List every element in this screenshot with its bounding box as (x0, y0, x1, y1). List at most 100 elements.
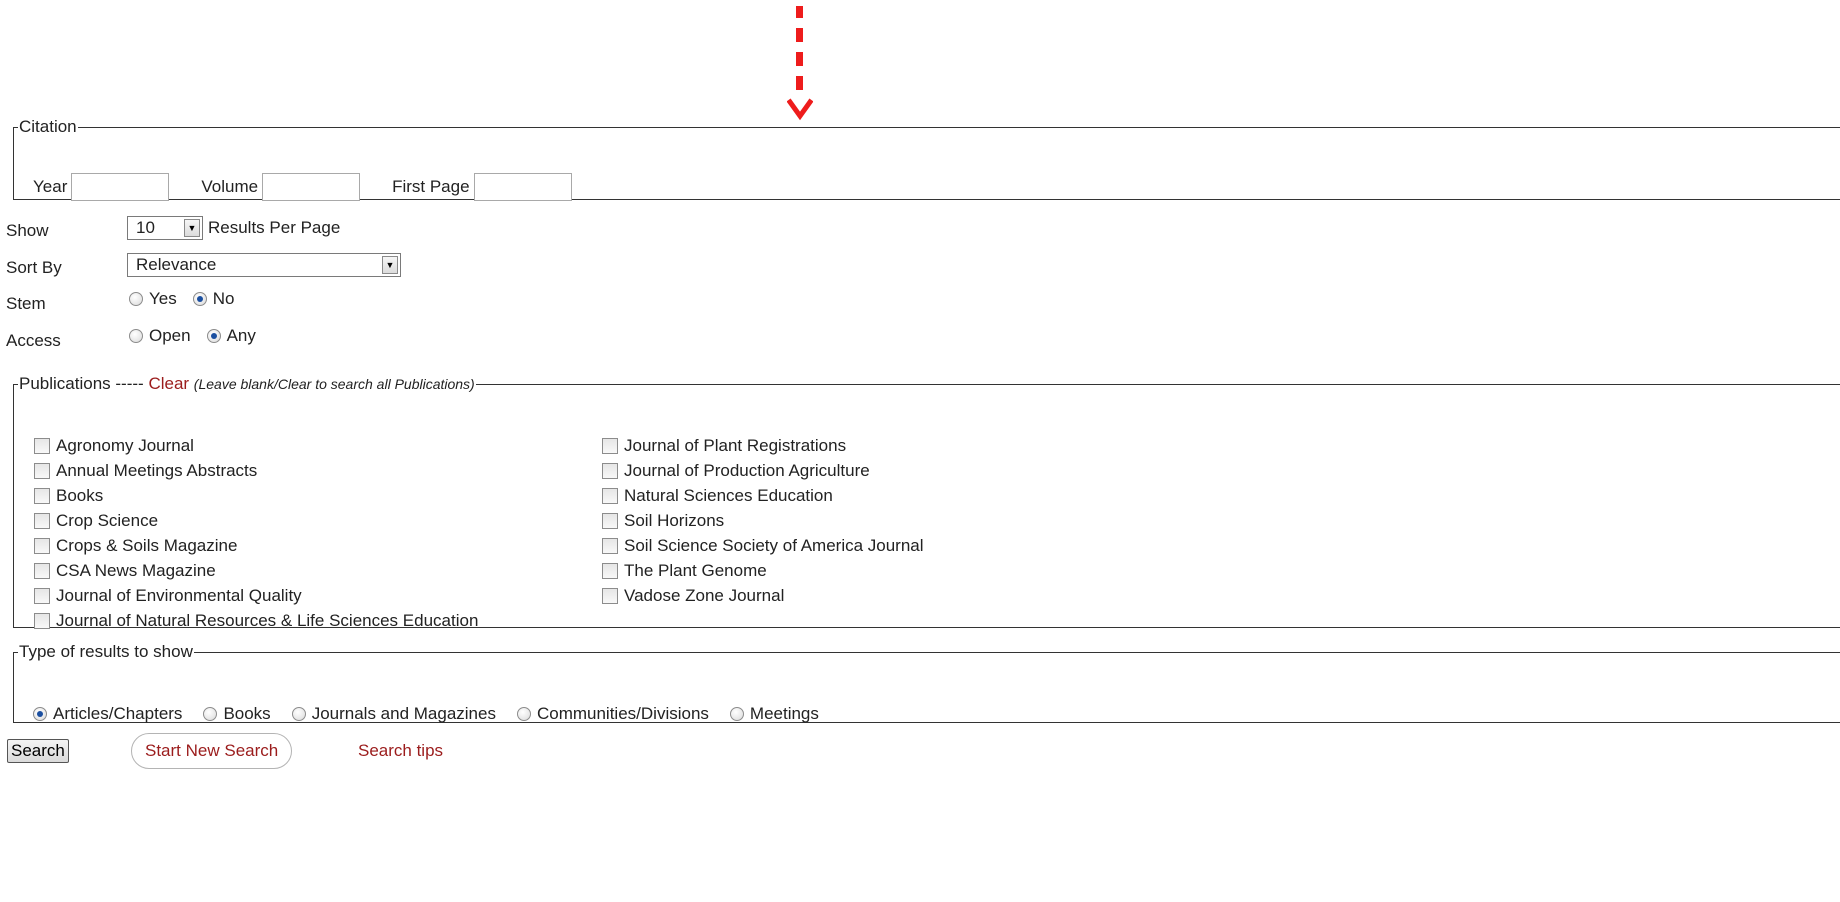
publication-checkbox[interactable] (34, 462, 50, 479)
type-option-communities[interactable]: Communities/Divisions (516, 704, 709, 724)
publication-checkbox[interactable] (602, 562, 618, 579)
access-open-option[interactable]: Open (129, 326, 191, 346)
stem-label: Stem (6, 294, 46, 313)
search-tips-link[interactable]: Search tips (358, 741, 443, 761)
publication-label: Vadose Zone Journal (624, 585, 785, 605)
first-page-input[interactable] (473, 173, 572, 201)
publications-legend: Publications ----- Clear (Leave blank/Cl… (18, 374, 476, 394)
publication-label: Natural Sciences Education (624, 485, 833, 505)
access-label: Access (6, 331, 61, 350)
results-per-page-label: Results Per Page (208, 218, 341, 237)
publication-label: Crop Science (56, 510, 159, 530)
publication-label: Books (56, 485, 104, 505)
stem-radio-group: Yes No (129, 289, 244, 309)
type-label: Meetings (749, 704, 819, 723)
show-label: Show (6, 221, 49, 240)
stem-yes-option[interactable]: Yes (129, 289, 177, 309)
chevron-down-icon[interactable]: ▼ (184, 219, 200, 237)
publication-label: Journal of Plant Registrations (624, 435, 847, 455)
first-page-label: First Page (392, 177, 470, 196)
publication-label: The Plant Genome (624, 560, 767, 580)
publication-item[interactable]: Books (34, 483, 478, 508)
type-label: Articles/Chapters (53, 704, 183, 723)
publication-label: Journal of Natural Resources & Life Scie… (56, 610, 479, 630)
type-label: Journals and Magazines (311, 704, 496, 723)
year-input[interactable] (71, 173, 170, 201)
publication-item[interactable]: Crops & Soils Magazine (34, 533, 478, 558)
annotation-arrow-icon (787, 6, 813, 122)
publication-item[interactable]: The Plant Genome (602, 558, 924, 583)
publication-item[interactable]: CSA News Magazine (34, 558, 478, 583)
publication-item[interactable]: Journal of Environmental Quality (34, 583, 478, 608)
sort-by-value: Relevance (136, 255, 217, 274)
access-any-option[interactable]: Any (206, 326, 256, 346)
publication-checkbox[interactable] (602, 462, 618, 479)
type-radio[interactable] (291, 707, 306, 721)
publication-item[interactable]: Vadose Zone Journal (602, 583, 924, 608)
search-button[interactable]: Search (7, 739, 69, 763)
publication-label: CSA News Magazine (56, 560, 216, 580)
sort-by-select[interactable]: Relevance ▼ (127, 253, 401, 277)
stem-yes-radio[interactable] (129, 292, 143, 306)
volume-label: Volume (201, 177, 259, 196)
type-option-books[interactable]: Books (203, 704, 271, 724)
publication-checkbox[interactable] (602, 587, 618, 604)
publication-label: Annual Meetings Abstracts (56, 460, 258, 480)
publication-item[interactable]: Annual Meetings Abstracts (34, 458, 478, 483)
type-label: Communities/Divisions (536, 704, 709, 723)
publication-item[interactable]: Natural Sciences Education (602, 483, 924, 508)
publications-column-1: Agronomy Journal Annual Meetings Abstrac… (34, 433, 478, 633)
type-option-meetings[interactable]: Meetings (729, 704, 819, 724)
publication-label: Journal of Environmental Quality (56, 585, 302, 605)
publication-checkbox[interactable] (34, 512, 50, 529)
publication-checkbox[interactable] (602, 537, 618, 554)
publication-item[interactable]: Soil Horizons (602, 508, 924, 533)
publication-checkbox[interactable] (602, 437, 618, 454)
result-types-radio-group: Articles/Chapters Books Journals and Mag… (33, 704, 840, 724)
publication-item[interactable]: Crop Science (34, 508, 478, 533)
publication-item[interactable]: Journal of Production Agriculture (602, 458, 924, 483)
publications-hint: (Leave blank/Clear to search all Publica… (193, 376, 475, 392)
publication-checkbox[interactable] (34, 587, 50, 604)
publication-checkbox[interactable] (34, 437, 50, 454)
chevron-down-icon[interactable]: ▼ (382, 256, 398, 274)
publication-checkbox[interactable] (602, 487, 618, 504)
type-option-journals[interactable]: Journals and Magazines (291, 704, 496, 724)
stem-no-option[interactable]: No (192, 289, 235, 309)
publication-item[interactable]: Agronomy Journal (34, 433, 478, 458)
results-per-page-value: 10 (136, 218, 155, 237)
type-radio[interactable] (203, 707, 218, 721)
publication-item[interactable]: Journal of Natural Resources & Life Scie… (34, 608, 478, 633)
results-per-page-select[interactable]: 10 ▼ (127, 216, 203, 240)
stem-yes-label: Yes (149, 289, 177, 308)
publication-item[interactable]: Soil Science Society of America Journal (602, 533, 924, 558)
start-new-search-button[interactable]: Start New Search (131, 733, 293, 769)
sort-by-label: Sort By (6, 258, 62, 277)
type-radio[interactable] (729, 707, 744, 721)
publication-label: Journal of Production Agriculture (624, 460, 870, 480)
publication-checkbox[interactable] (34, 612, 50, 629)
publication-checkbox[interactable] (602, 512, 618, 529)
volume-input[interactable] (262, 173, 361, 201)
stem-no-label: No (212, 289, 235, 308)
publication-label: Crops & Soils Magazine (56, 535, 238, 555)
access-radio-group: Open Any (129, 326, 266, 346)
publication-label: Agronomy Journal (56, 435, 194, 455)
stem-no-radio[interactable] (192, 292, 207, 306)
citation-legend: Citation (19, 117, 77, 136)
publication-item[interactable]: Journal of Plant Registrations (602, 433, 924, 458)
type-radio[interactable] (516, 707, 531, 721)
clear-publications-link[interactable]: Clear (148, 374, 189, 393)
type-option-articles[interactable]: Articles/Chapters (33, 704, 182, 724)
type-radio[interactable] (33, 707, 47, 721)
publication-checkbox[interactable] (34, 562, 50, 579)
publications-fieldset: Publications ----- Clear (Leave blank/Cl… (13, 374, 1840, 630)
publication-label: Soil Horizons (624, 510, 725, 530)
result-types-fieldset: Type of results to show Articles/Chapter… (13, 642, 1840, 723)
publication-checkbox[interactable] (34, 487, 50, 504)
access-open-radio[interactable] (129, 329, 143, 343)
access-any-radio[interactable] (206, 329, 221, 343)
publication-checkbox[interactable] (34, 537, 50, 554)
citation-fieldset: Citation Year Volume First Page (13, 117, 1840, 201)
access-open-label: Open (149, 326, 191, 345)
